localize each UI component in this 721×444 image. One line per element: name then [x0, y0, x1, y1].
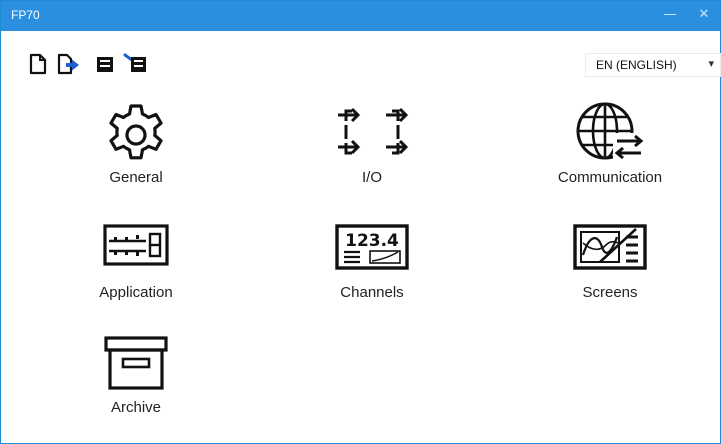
app-window: FP70 — ✕ EN (ENGLISH) ▾ General I/O Comm… — [0, 0, 721, 444]
menu-item-label: Screens — [582, 284, 638, 301]
application-panel-icon — [103, 224, 169, 266]
language-select[interactable]: EN (ENGLISH) ▾ — [585, 53, 721, 77]
globe-exchange-icon — [576, 102, 644, 161]
save-to-device-icon — [123, 53, 146, 72]
menu-item-label: Communication — [557, 169, 663, 186]
menu-item-label: Application — [99, 284, 173, 301]
menu-item-general[interactable]: General — [51, 99, 221, 199]
gear-icon — [109, 104, 163, 160]
close-button[interactable]: ✕ — [687, 1, 721, 31]
language-selected-value: EN (ENGLISH) — [596, 58, 677, 72]
save-to-device-button[interactable] — [123, 53, 146, 75]
save-button[interactable] — [94, 53, 116, 75]
new-document-icon — [29, 53, 47, 75]
window-title: FP70 — [11, 8, 40, 22]
io-arrows-icon — [338, 107, 409, 157]
menu-item-archive[interactable]: Archive — [51, 333, 221, 433]
archive-box-icon — [104, 336, 168, 390]
menu-item-label: I/O — [361, 169, 382, 186]
menu-item-communication[interactable]: Communication — [525, 99, 695, 199]
menu-item-label: Channels — [340, 284, 404, 301]
chevron-down-icon: ▾ — [708, 57, 714, 70]
title-bar: FP70 — ✕ — [1, 1, 720, 31]
minimize-button[interactable]: — — [653, 1, 687, 31]
menu-item-label: General — [109, 169, 163, 186]
new-document-button[interactable] — [27, 53, 49, 75]
open-document-icon — [57, 53, 79, 75]
save-icon — [97, 57, 113, 72]
open-document-button[interactable] — [56, 53, 79, 75]
menu-item-label: Archive — [110, 399, 162, 416]
channels-display-icon: 123.4 — [335, 224, 409, 270]
screens-chart-icon — [573, 224, 647, 270]
menu-item-application[interactable]: Application — [51, 221, 221, 321]
menu-item-screens[interactable]: Screens — [525, 221, 695, 321]
menu-item-channels[interactable]: 123.4 Channels — [287, 221, 457, 321]
menu-item-io[interactable]: I/O — [287, 99, 457, 199]
svg-text:123.4: 123.4 — [345, 231, 399, 251]
